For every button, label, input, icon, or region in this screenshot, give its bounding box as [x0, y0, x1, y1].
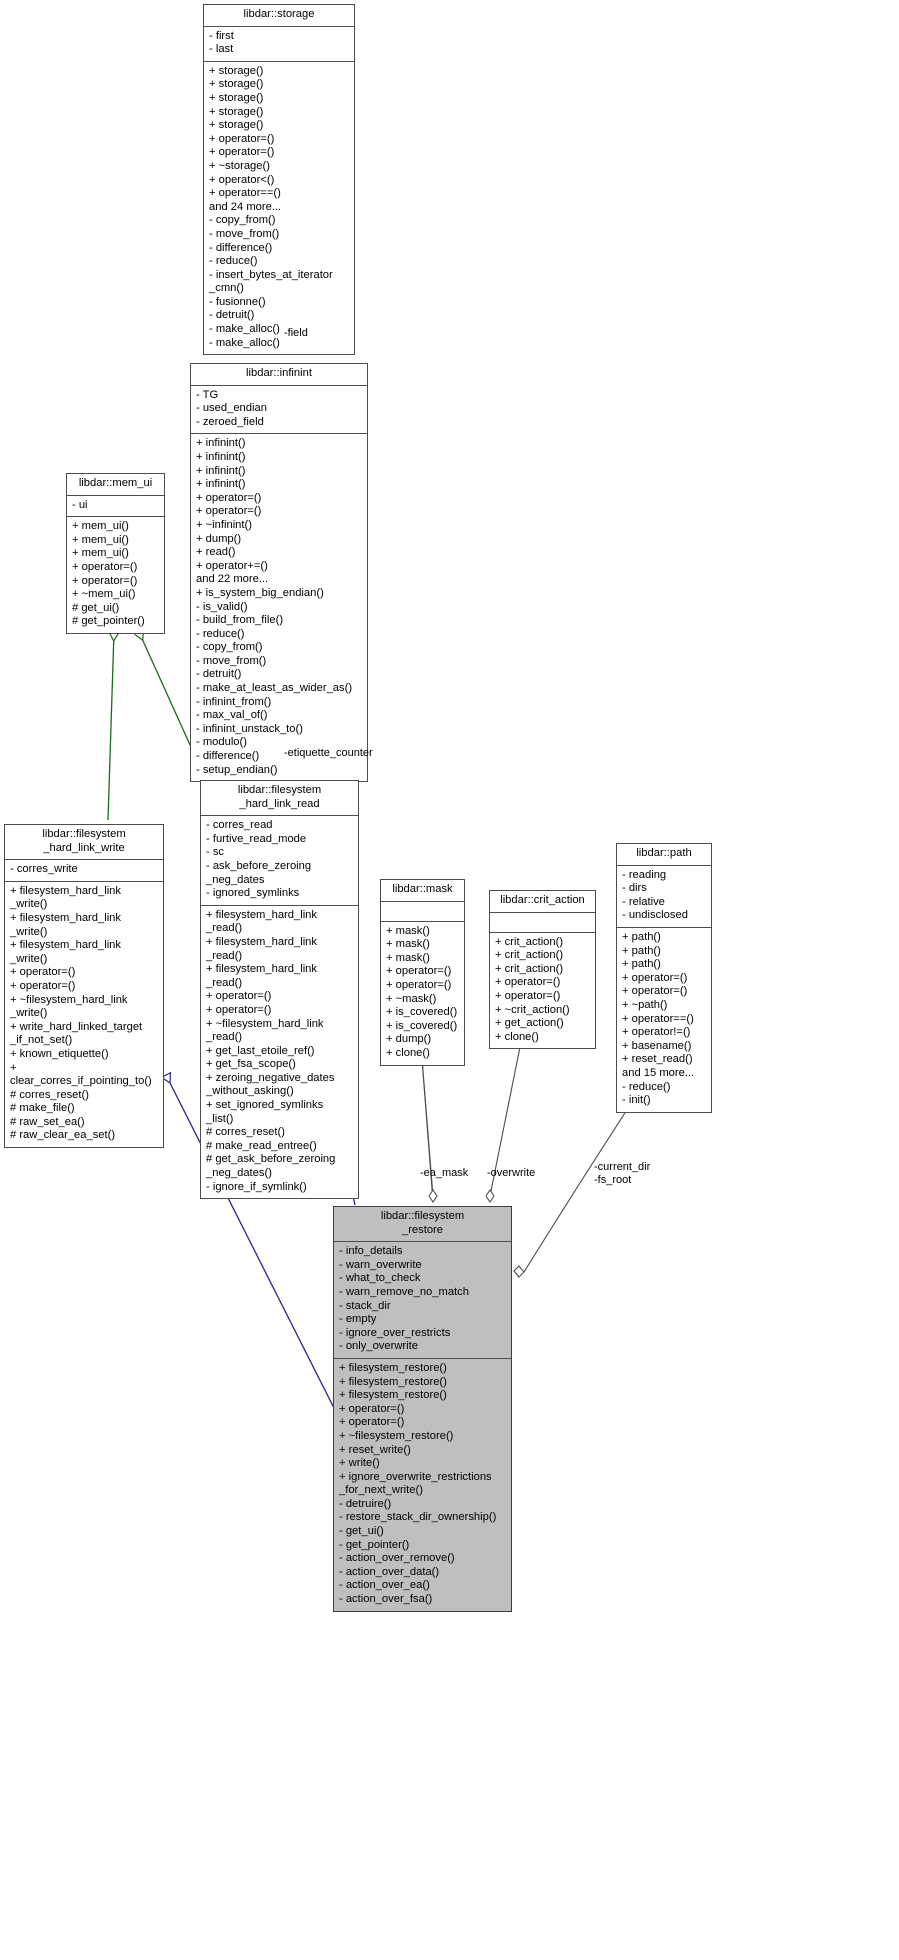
node-operations: + filesystem_restore() + filesystem_rest…: [339, 1361, 497, 1606]
edge-memui-fhlwrite: [107, 632, 114, 821]
edge-label-current-dir-fs-root: -current_dir -fs_root: [594, 1161, 651, 1186]
node-title: libdar::storage: [204, 5, 354, 27]
node-operations: + path() + path() + path() + operator=()…: [622, 930, 695, 1107]
node-operations: + mask() + mask() + mask() + operator=()…: [386, 924, 458, 1059]
node-libdar-filesystem-hard-link-read[interactable]: libdar::filesystem _hard_link_read - cor…: [200, 780, 359, 1200]
node-attributes: - corres_read - furtive_read_mode - sc -…: [201, 816, 358, 906]
node-attributes: - TG - used_endian - zeroed_field: [191, 386, 367, 435]
node-title: libdar::mask: [381, 880, 464, 902]
edge-label-overwrite: -overwrite: [487, 1167, 536, 1179]
node-operations: + crit_action() + crit_action() + crit_a…: [495, 935, 570, 1043]
node-libdar-crit-action[interactable]: libdar::crit_action + crit_action() + cr…: [489, 890, 596, 1050]
node-title: libdar::mem_ui: [67, 474, 164, 496]
node-operations: + mem_ui() + mem_ui() + mem_ui() + opera…: [72, 520, 145, 628]
node-title: libdar::infinint: [191, 364, 367, 386]
node-operations: + infinint() + infinint() + infinint() +…: [196, 437, 353, 776]
node-operations: + filesystem_hard_link _read() + filesys…: [206, 908, 336, 1193]
node-title: libdar::filesystem _restore: [334, 1207, 511, 1243]
node-libdar-filesystem-hard-link-write[interactable]: libdar::filesystem _hard_link_write - co…: [4, 824, 164, 1149]
node-title: libdar::filesystem _hard_link_write: [5, 825, 163, 861]
node-libdar-filesystem-restore[interactable]: libdar::filesystem _restore - info_detai…: [333, 1206, 512, 1612]
node-attributes: - ui: [67, 496, 164, 518]
node-libdar-storage[interactable]: libdar::storage - first - last + storage…: [203, 4, 355, 356]
node-title: libdar::crit_action: [490, 891, 595, 913]
node-libdar-mem-ui[interactable]: libdar::mem_ui - ui + mem_ui() + mem_ui(…: [66, 473, 165, 634]
node-attributes: - first - last: [204, 27, 354, 62]
node-libdar-mask[interactable]: libdar::mask + mask() + mask() + mask() …: [380, 879, 465, 1066]
node-attributes: - info_details - warn_overwrite - what_t…: [334, 1242, 511, 1359]
node-operations: + filesystem_hard_link _write() + filesy…: [10, 884, 152, 1142]
node-attributes: - corres_write: [5, 860, 163, 882]
node-libdar-infinint[interactable]: libdar::infinint - TG - used_endian - ze…: [190, 363, 368, 783]
edge-label-ea-mask: -ea_mask: [420, 1167, 469, 1179]
uml-collaboration-diagram: libdar::storage - first - last + storage…: [0, 0, 899, 1960]
edge-label-etiquette-counter: -etiquette_counter: [284, 747, 373, 759]
edge-label-field: -field: [284, 327, 308, 339]
node-attributes: - reading - dirs - relative - undisclose…: [617, 866, 711, 928]
node-title: libdar::filesystem _hard_link_read: [201, 781, 358, 817]
node-operations: + storage() + storage() + storage() + st…: [209, 64, 333, 349]
node-attributes: [381, 902, 464, 922]
node-libdar-path[interactable]: libdar::path - reading - dirs - relative…: [616, 843, 712, 1113]
node-attributes: [490, 913, 595, 933]
node-title: libdar::path: [617, 844, 711, 866]
